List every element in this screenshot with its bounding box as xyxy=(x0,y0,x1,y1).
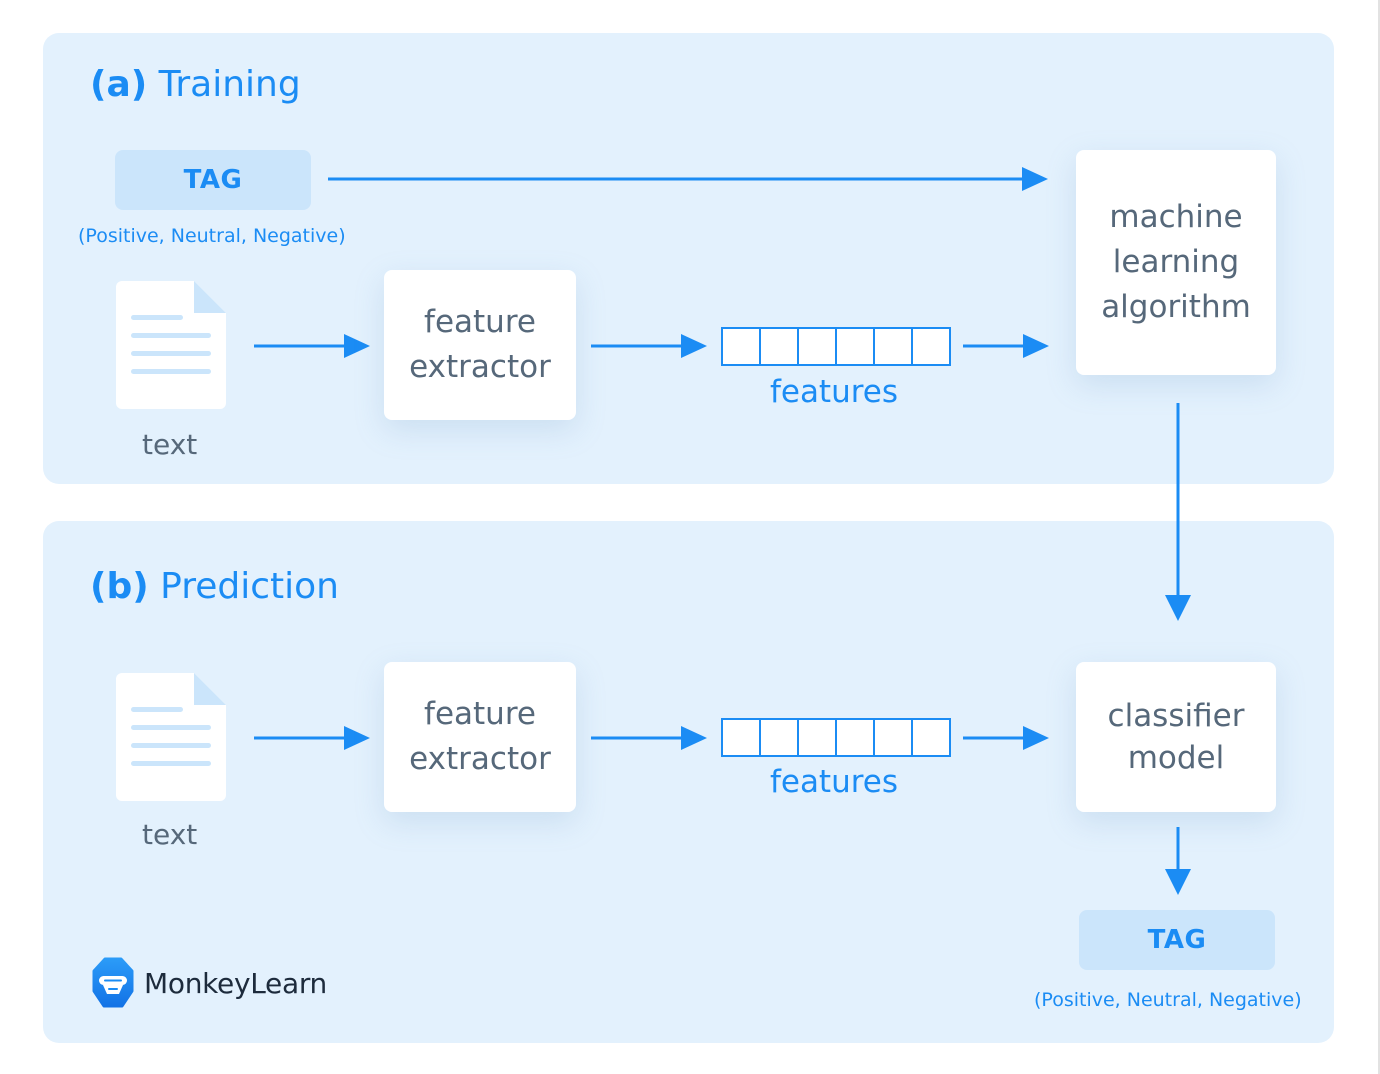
prediction-title-letter: (b) xyxy=(90,566,149,607)
doc-to-extractor-arrow-a xyxy=(254,334,370,358)
feature-cell xyxy=(761,329,799,364)
monkeylearn-logo: MonkeyLearn xyxy=(92,957,327,1009)
training-document-label: text xyxy=(142,428,198,461)
algorithm-line-3: algorithm xyxy=(1101,289,1251,325)
prediction-document-label: text xyxy=(142,818,198,851)
model-line-1: classifier xyxy=(1107,698,1245,734)
prediction-tag-pill: TAG xyxy=(1079,910,1275,970)
prediction-features-vector xyxy=(721,718,951,757)
algorithm-line-2: learning xyxy=(1112,244,1240,280)
training-title-word: Training xyxy=(158,64,301,105)
prediction-feature-extractor: feature extractor xyxy=(384,662,576,812)
training-tag-options: (Positive, Neutral, Negative) xyxy=(78,225,346,247)
extractor-line-2: extractor xyxy=(409,741,551,777)
algorithm-line-1: machine xyxy=(1109,199,1243,235)
prediction-title-word: Prediction xyxy=(160,566,339,607)
prediction-title: (b) Prediction xyxy=(90,566,339,607)
feature-cell xyxy=(837,720,875,755)
feature-cell xyxy=(875,329,913,364)
feature-cell xyxy=(723,329,761,364)
training-document-icon xyxy=(116,281,226,409)
monkey-head-icon xyxy=(92,957,134,1008)
doc-to-extractor-arrow-b xyxy=(254,726,370,750)
ml-algorithm-box: machine learning algorithm xyxy=(1076,150,1276,375)
classifier-model-box: classifier model xyxy=(1076,662,1276,812)
feature-cell xyxy=(875,720,913,755)
training-features-vector xyxy=(721,327,951,366)
features-to-classifier-arrow xyxy=(963,726,1049,750)
training-title-letter: (a) xyxy=(90,64,148,105)
algorithm-to-classifier-arrow xyxy=(1165,403,1191,621)
feature-cell xyxy=(913,329,949,364)
prediction-document-icon xyxy=(116,673,226,801)
model-line-2: model xyxy=(1127,740,1225,776)
prediction-tag-options: (Positive, Neutral, Negative) xyxy=(1034,989,1302,1011)
feature-cell xyxy=(913,720,949,755)
extractor-line-1: feature xyxy=(424,304,536,340)
extractor-to-features-arrow-a xyxy=(591,334,707,358)
feature-cell xyxy=(761,720,799,755)
brand-name: MonkeyLearn xyxy=(144,966,328,1000)
feature-cell xyxy=(799,720,837,755)
tag-to-algorithm-arrow xyxy=(328,167,1048,191)
extractor-line-2: extractor xyxy=(409,349,551,385)
training-feature-extractor: feature extractor xyxy=(384,270,576,420)
feature-cell xyxy=(799,329,837,364)
training-features-label: features xyxy=(769,374,899,410)
features-to-algorithm-arrow xyxy=(963,334,1049,358)
training-title: (a) Training xyxy=(90,64,301,105)
classifier-to-tag-arrow xyxy=(1165,827,1191,895)
feature-cell xyxy=(837,329,875,364)
extractor-to-features-arrow-b xyxy=(591,726,707,750)
training-tag-pill: TAG xyxy=(115,150,311,210)
feature-cell xyxy=(723,720,761,755)
extractor-line-1: feature xyxy=(424,696,536,732)
prediction-features-label: features xyxy=(769,764,899,800)
